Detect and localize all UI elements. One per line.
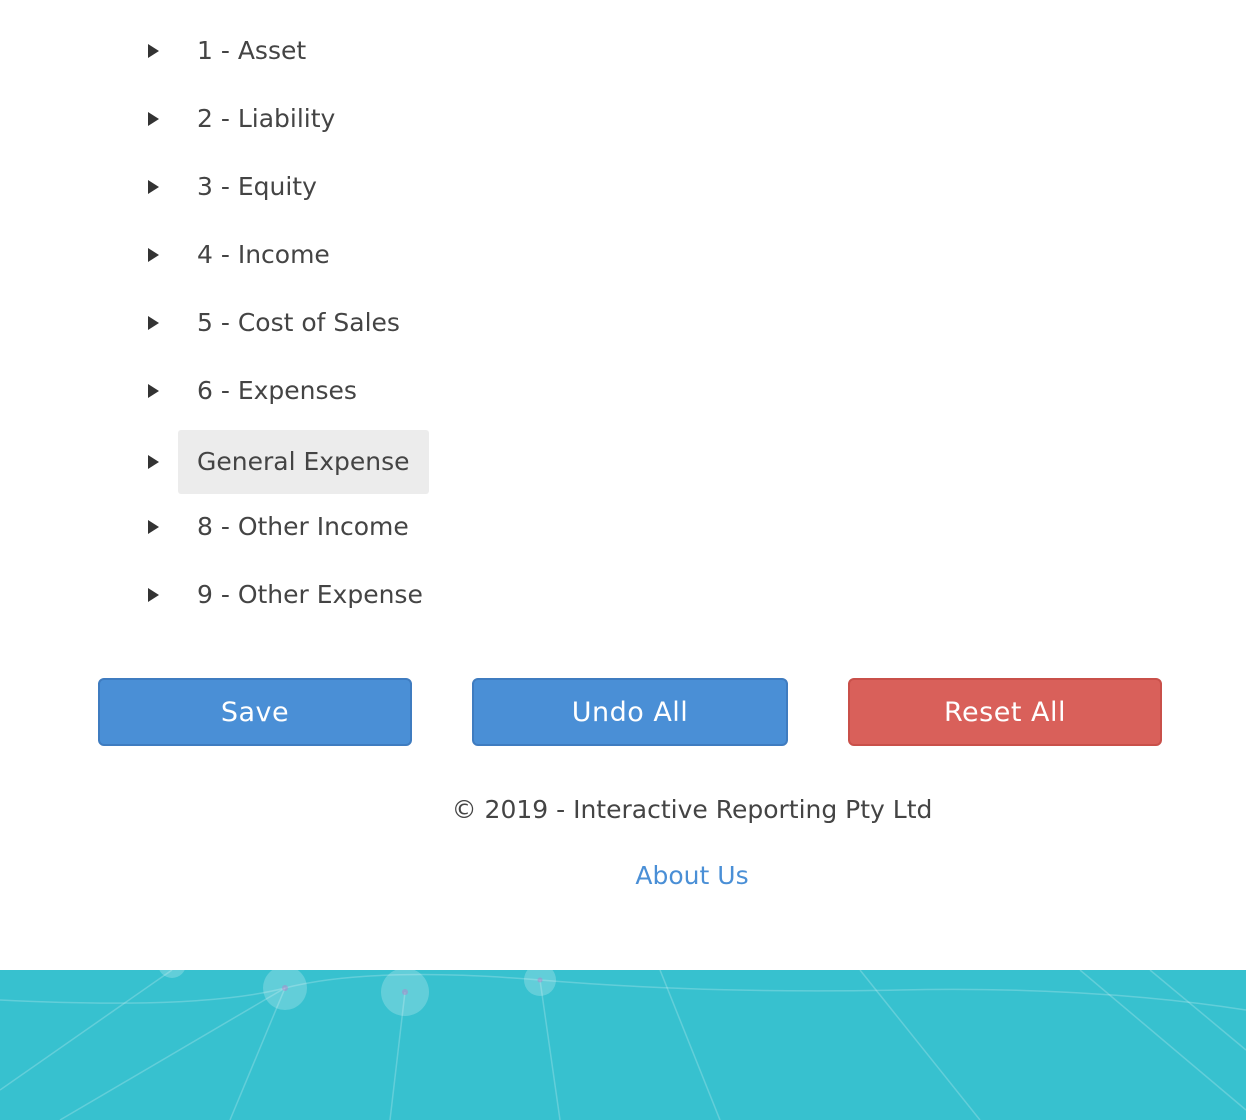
caret-right-icon[interactable] (140, 39, 164, 63)
caret-right-icon[interactable] (140, 583, 164, 607)
tree-node-general-expense: General Expense (140, 430, 429, 494)
reset-all-button[interactable]: Reset All (848, 678, 1162, 746)
tree-node-label[interactable]: 9 - Other Expense (178, 563, 442, 627)
tree-node-liability: 2 - Liability (140, 87, 354, 151)
page: 1 - Asset 2 - Liability 3 - Equity 4 - I… (0, 0, 1246, 1120)
tree-node-label[interactable]: 8 - Other Income (178, 495, 428, 559)
tree-node-label[interactable]: 5 - Cost of Sales (178, 291, 419, 355)
caret-right-icon[interactable] (140, 379, 164, 403)
caret-right-icon[interactable] (140, 311, 164, 335)
tree-node-label[interactable]: 4 - Income (178, 223, 349, 287)
caret-right-icon[interactable] (140, 243, 164, 267)
tree-node-other-income: 8 - Other Income (140, 495, 428, 559)
tree-node-label[interactable]: 1 - Asset (178, 19, 325, 83)
caret-right-icon[interactable] (140, 515, 164, 539)
caret-right-icon[interactable] (140, 107, 164, 131)
caret-right-icon[interactable] (140, 175, 164, 199)
tree-node-cost-of-sales: 5 - Cost of Sales (140, 291, 419, 355)
tree-node-label[interactable]: 2 - Liability (178, 87, 354, 151)
tree-node-equity: 3 - Equity (140, 155, 336, 219)
tree-node-other-expense: 9 - Other Expense (140, 563, 442, 627)
tree-node-income: 4 - Income (140, 223, 349, 287)
about-us-link[interactable]: About Us (0, 861, 1246, 890)
copyright-text: © 2019 - Interactive Reporting Pty Ltd (451, 795, 933, 824)
save-button[interactable]: Save (98, 678, 412, 746)
undo-all-button[interactable]: Undo All (472, 678, 788, 746)
caret-right-icon[interactable] (140, 450, 164, 474)
decorative-band (0, 970, 1246, 1120)
network-pattern-icon (0, 970, 1246, 1120)
tree-node-expenses: 6 - Expenses (140, 359, 376, 423)
tree-node-label[interactable]: 6 - Expenses (178, 359, 376, 423)
tree-node-label-selected[interactable]: General Expense (178, 430, 429, 494)
tree-node-label[interactable]: 3 - Equity (178, 155, 336, 219)
tree-node-asset: 1 - Asset (140, 19, 325, 83)
